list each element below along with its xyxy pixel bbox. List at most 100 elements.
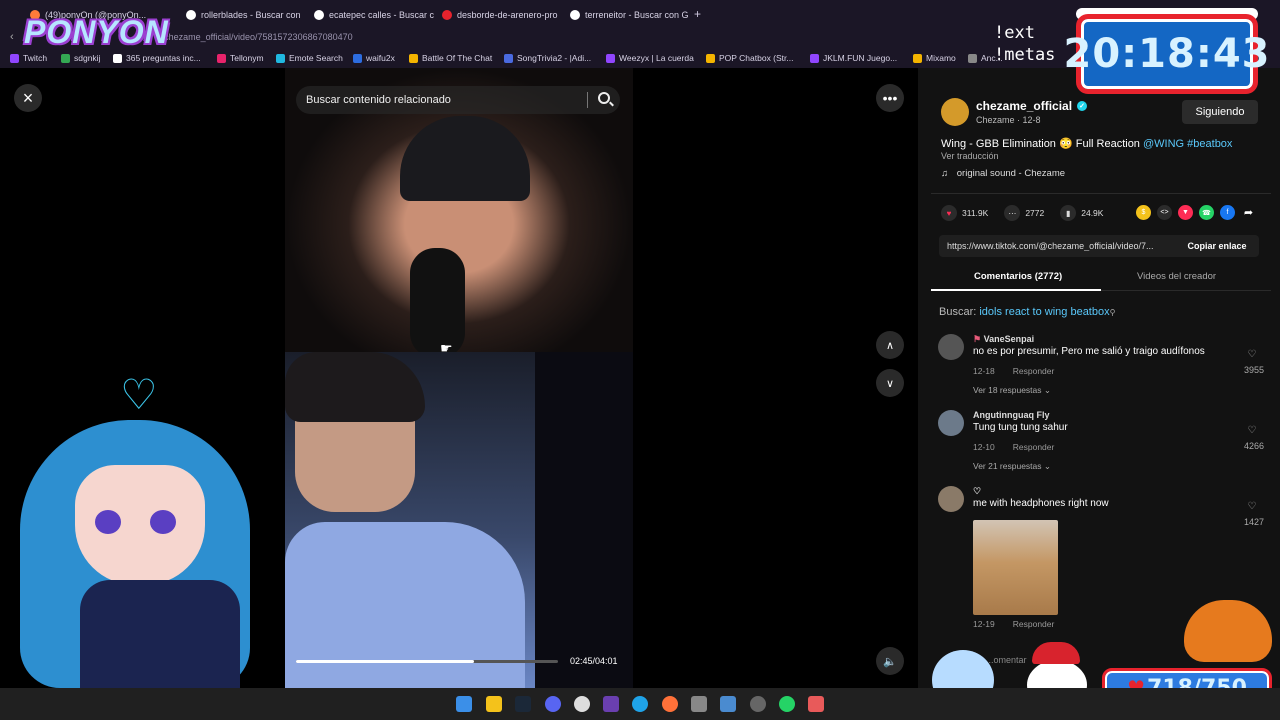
share-link-box: https://www.tiktok.com/@chezame_official… (939, 235, 1259, 257)
bookmark-favicon-icon (810, 53, 819, 63)
firefox-icon[interactable] (662, 696, 678, 712)
bookmark-favicon-icon (113, 53, 122, 63)
commenter-name[interactable]: Angutinnguaq Fly (973, 410, 1050, 420)
bookmark-item[interactable]: sdgnkij (61, 53, 100, 63)
comment-text: me with headphones right now (973, 498, 1109, 509)
previous-video-button[interactable]: ∧ (876, 331, 904, 359)
comment-like-icon[interactable]: ♡ (1240, 349, 1264, 360)
dark-area (535, 352, 633, 688)
browser-tab[interactable]: ecatepec calles - Buscar c (314, 5, 434, 25)
obs-icon[interactable] (750, 696, 766, 712)
commenter-name[interactable]: ⚑ VaneSenpai (973, 334, 1034, 345)
related-search-input[interactable]: Buscar contenido relacionado (296, 86, 620, 114)
steam-icon[interactable] (515, 696, 531, 712)
app-icon[interactable] (808, 696, 824, 712)
bookmark-item[interactable]: Tellonym (217, 53, 264, 63)
edge-icon[interactable] (632, 696, 648, 712)
more-options-button[interactable]: ••• (876, 84, 904, 112)
tab-creator-videos[interactable]: Videos del creador (1137, 271, 1216, 282)
google-icon (61, 53, 70, 63)
tab-comments[interactable]: Comentarios (2772) (974, 271, 1062, 282)
view-replies-button[interactable]: Ver 21 respuestas ⌄ (973, 461, 1051, 472)
facebook-icon[interactable]: f (1220, 205, 1235, 220)
share-buttons: $ <> ▼ ☎ f ➦ (1136, 205, 1256, 220)
coin-icon[interactable]: $ (1136, 205, 1151, 220)
copy-link-button[interactable]: Copiar enlace (1175, 235, 1259, 257)
discord-icon[interactable] (545, 696, 561, 712)
bookmark-label: Tellonym (230, 53, 264, 63)
bookmark-item[interactable]: Emote Search (276, 53, 343, 63)
comment-like-icon[interactable]: ♡ (1240, 501, 1264, 512)
volume-button[interactable]: 🔈 (876, 647, 904, 675)
commenter-name[interactable]: ♡ (973, 486, 981, 497)
comment-stat[interactable]: ⋯ 2772 (1004, 205, 1044, 221)
video-progress-bar[interactable] (296, 660, 558, 663)
bookmark-favicon-icon (217, 53, 226, 63)
bookmark-item[interactable]: Twitch (10, 53, 47, 63)
vtuber-app-icon[interactable] (720, 696, 736, 712)
chat-commands: !ext !metas (994, 22, 1055, 66)
next-video-button[interactable]: ∨ (876, 369, 904, 397)
whatsapp-icon[interactable] (779, 696, 795, 712)
commenter-avatar[interactable] (938, 334, 964, 360)
creator-avatar[interactable] (941, 98, 969, 126)
bookmark-item[interactable]: Mixamo (913, 53, 956, 63)
new-tab-button[interactable]: + (694, 7, 701, 21)
bookmark-favicon-icon (968, 53, 977, 63)
avatar-eye (95, 510, 121, 534)
embed-icon[interactable]: <> (1157, 205, 1172, 220)
comment-meta: 12-19 Responder (973, 619, 1054, 629)
back-arrow-icon[interactable]: ‹ (10, 31, 14, 43)
share-link-text[interactable]: https://www.tiktok.com/@chezame_official… (947, 241, 1171, 251)
search-query-link[interactable]: idols react to wing beatbox (979, 306, 1109, 318)
reply-button[interactable]: Responder (1013, 366, 1055, 376)
comment-like-icon[interactable]: ♡ (1240, 425, 1264, 436)
command-line: !metas (994, 45, 1056, 65)
search-icon[interactable] (598, 92, 610, 104)
bookmark-favicon-icon (276, 53, 285, 63)
whatsapp-icon[interactable]: ☎ (1199, 205, 1214, 220)
following-button[interactable]: Siguiendo (1182, 100, 1258, 124)
close-button[interactable]: × (14, 84, 42, 112)
app-icon[interactable] (691, 696, 707, 712)
see-translation-link[interactable]: Ver traducción (941, 151, 999, 161)
commenter-avatar[interactable] (938, 410, 964, 436)
send-icon[interactable]: ▼ (1178, 205, 1193, 220)
windows-taskbar (0, 688, 1280, 720)
commenter-avatar[interactable] (938, 486, 964, 512)
bookmark-item[interactable]: Weezyx | La cuerda (606, 53, 694, 63)
browser-tab[interactable]: rollerblades - Buscar con (186, 5, 306, 25)
browser-tab[interactable]: desborde-de-arenero-pro (442, 5, 562, 25)
related-search[interactable]: Buscar: idols react to wing beatbox⚲ (939, 306, 1115, 318)
caption-hashtags[interactable]: @WING #beatbox (1143, 138, 1232, 150)
chatgpt-icon[interactable] (574, 696, 590, 712)
bookmark-item[interactable]: SongTrivia2 - |Adi... (504, 53, 591, 63)
music-info[interactable]: ♫ original sound - Chezame (941, 168, 1065, 179)
save-stat[interactable]: ▮ 24.9K (1060, 205, 1103, 221)
url-text[interactable]: @chezame_official/video/7581572306867080… (155, 32, 353, 42)
browser-tab[interactable]: terreneitor - Buscar con G (570, 5, 688, 25)
share-arrow-icon[interactable]: ➦ (1241, 205, 1256, 220)
windows-start-icon[interactable] (456, 696, 472, 712)
like-stat[interactable]: ♥ 311.9K (941, 205, 988, 221)
comment-image[interactable] (973, 520, 1058, 615)
chevron-down-icon: ⌄ (1043, 385, 1052, 395)
panel-tabs: Comentarios (2772) Videos del creador (931, 266, 1271, 291)
file-explorer-icon[interactable] (486, 696, 502, 712)
view-replies-button[interactable]: Ver 18 respuestas ⌄ (973, 385, 1051, 396)
video-player[interactable] (285, 68, 633, 688)
bookmark-item[interactable]: JKLM.FUN Juego... (810, 53, 897, 63)
bookmark-item[interactable]: 365 preguntas inc... (113, 53, 201, 63)
heart-icon: ♥ (941, 205, 957, 221)
bookmark-item[interactable]: waifu2x (353, 53, 395, 63)
browser-icon[interactable] (603, 696, 619, 712)
bookmark-item[interactable]: POP Chatbox (Str... (706, 53, 794, 63)
bookmark-label: waifu2x (366, 53, 395, 63)
bookmark-item[interactable]: Battle Of The Chat (409, 53, 492, 63)
comment-icon: ⋯ (1004, 205, 1021, 221)
creator-username[interactable]: chezame_official ✓ (976, 99, 1088, 113)
bookmark-favicon-icon (353, 53, 362, 63)
reply-button[interactable]: Responder (1013, 442, 1055, 452)
google-icon (186, 10, 196, 20)
reply-button[interactable]: Responder (1013, 619, 1055, 629)
